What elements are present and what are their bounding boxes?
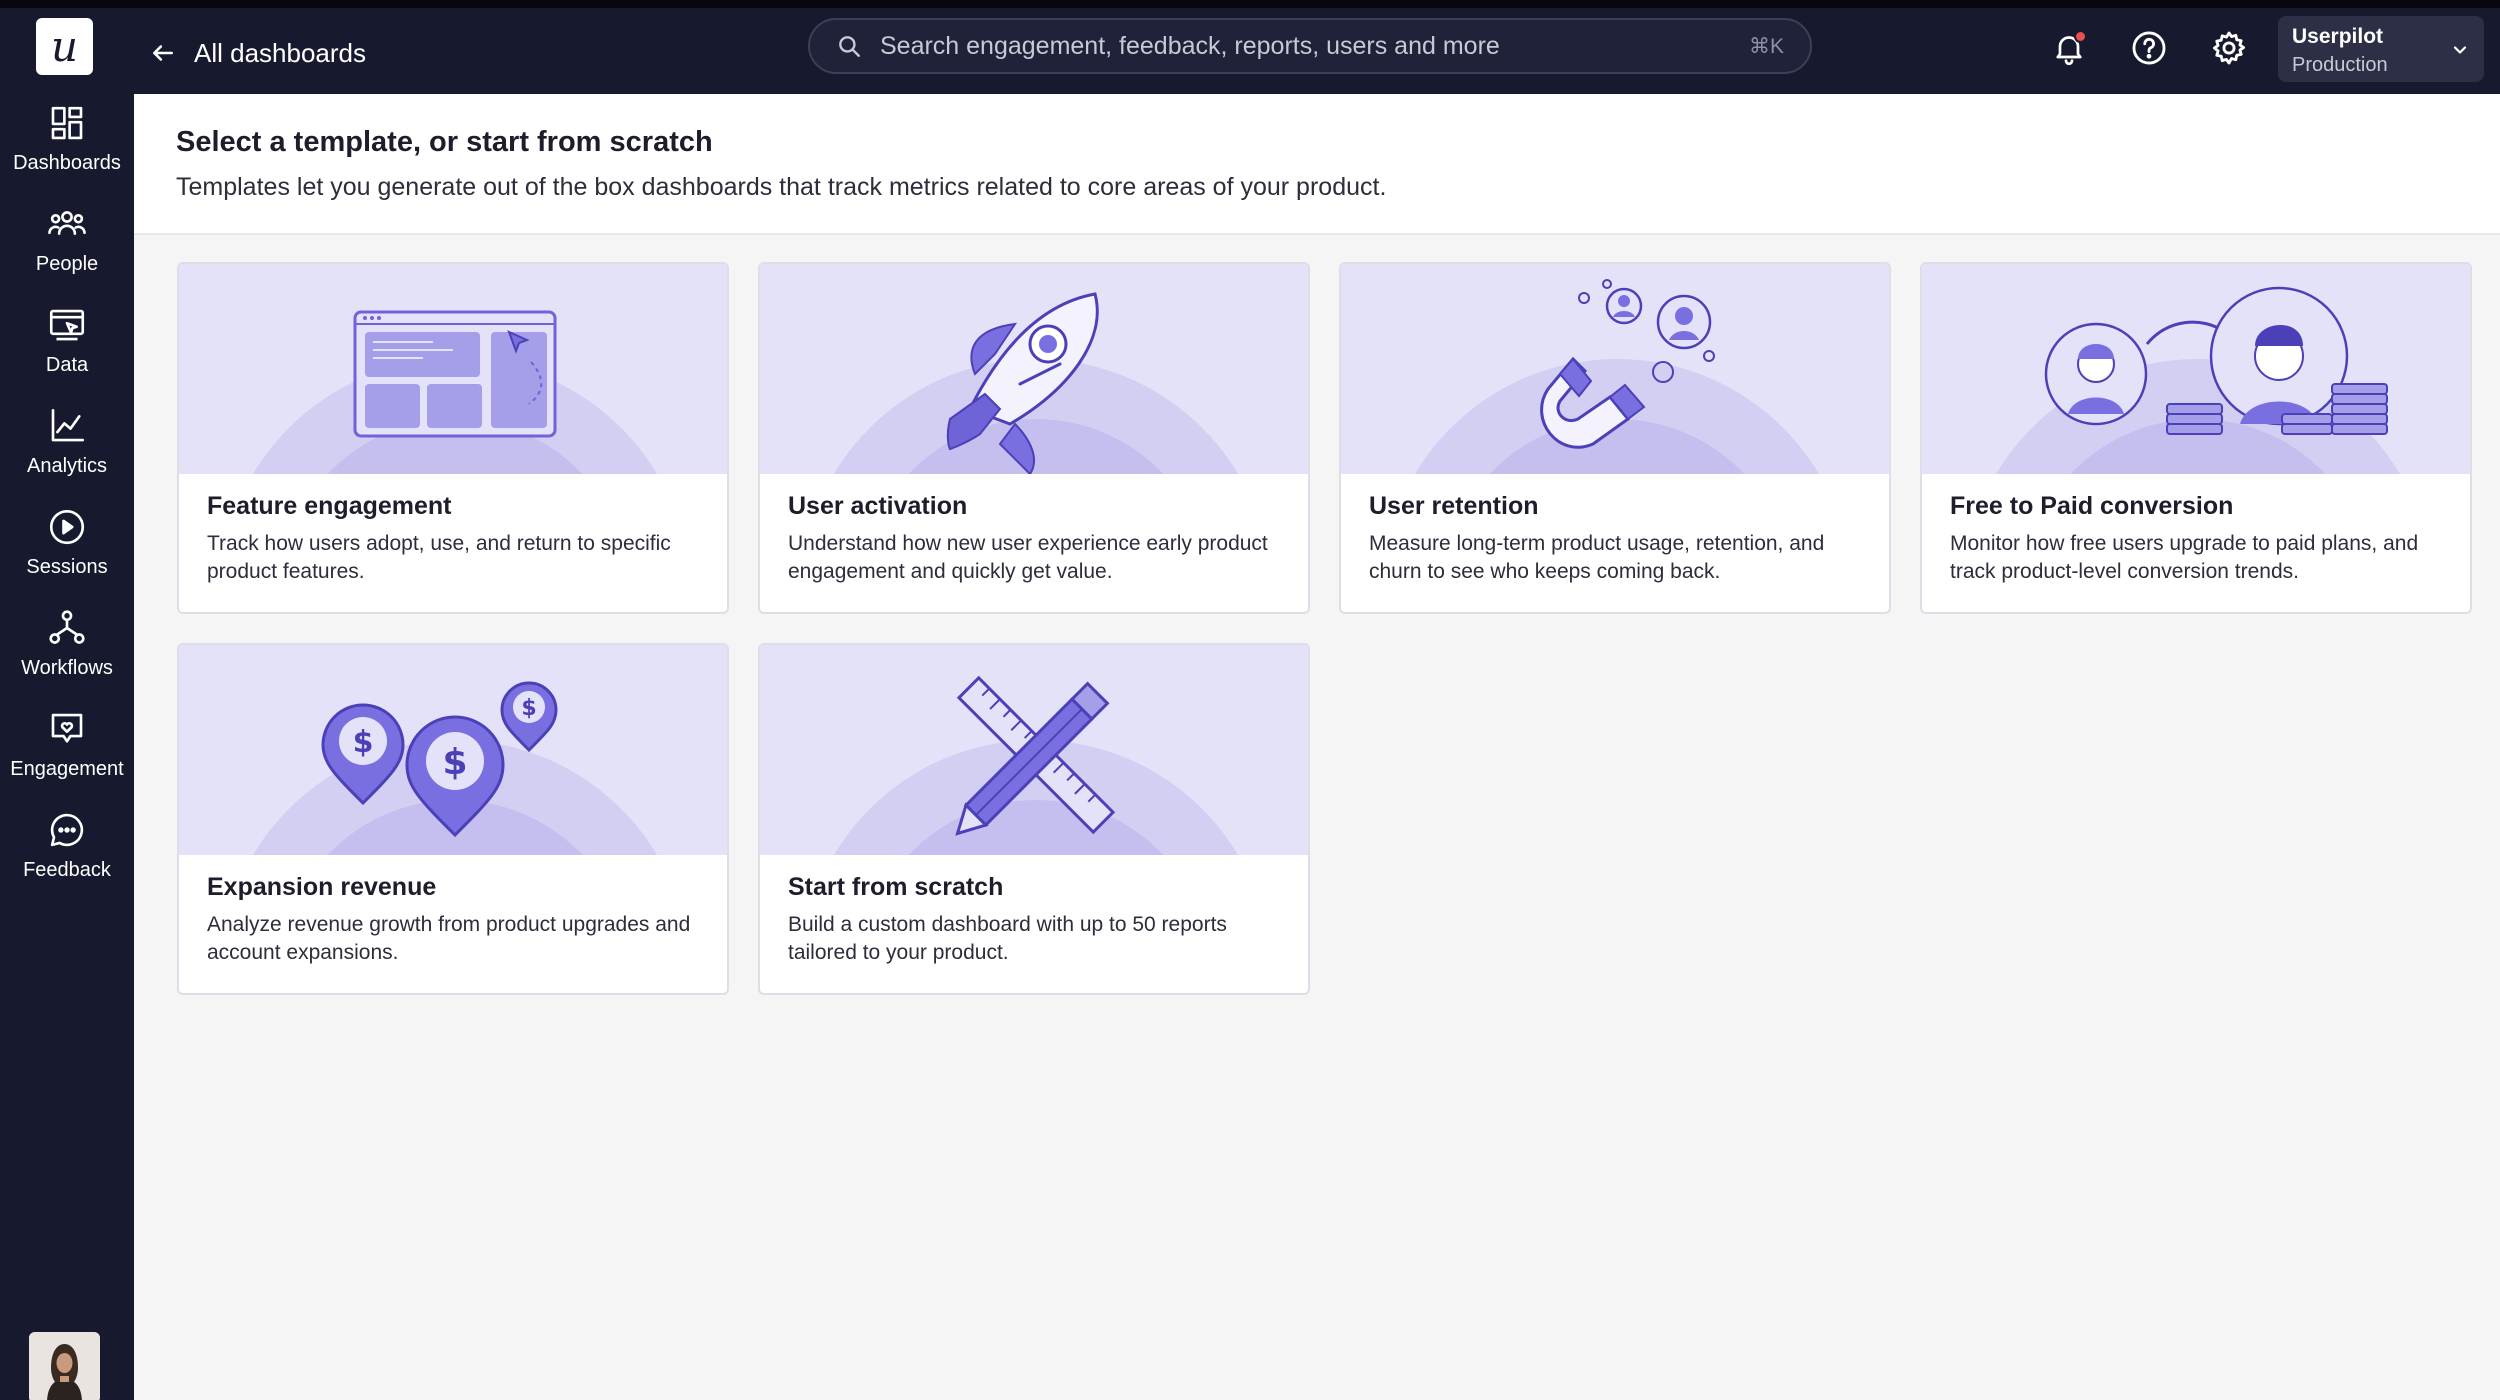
svg-text:$: $ bbox=[521, 696, 536, 721]
sidebar-item-label: Feedback bbox=[23, 859, 111, 881]
card-description: Monitor how free users upgrade to paid p… bbox=[1950, 532, 2419, 583]
start-from-scratch-illustration bbox=[760, 645, 1308, 993]
help-button[interactable] bbox=[2127, 26, 2171, 70]
template-card-start-from-scratch[interactable]: Start from scratch Build a custom dashbo… bbox=[758, 643, 1310, 995]
sidebar-item-label: Analytics bbox=[26, 455, 108, 477]
card-description: Build a custom dashboard with up to 50 r… bbox=[788, 913, 1227, 964]
settings-button[interactable] bbox=[2207, 26, 2251, 70]
search-placeholder: Search engagement, feedback, reports, us… bbox=[880, 31, 1500, 60]
template-card-feature-engagement[interactable]: Feature engagement Track how users adopt… bbox=[177, 262, 729, 614]
card-title: Start from scratch bbox=[788, 873, 1004, 901]
template-card-free-to-paid[interactable]: Free to Paid conversion Monitor how free… bbox=[1920, 262, 2472, 614]
sidebar: Dashboards People Data Analytics Session… bbox=[0, 94, 134, 1400]
svg-text:$: $ bbox=[353, 725, 374, 760]
card-description: Analyze revenue growth from product upgr… bbox=[207, 913, 691, 964]
sidebar-item-workflows[interactable]: Workflows bbox=[0, 607, 134, 699]
dashboards-icon bbox=[51, 106, 83, 140]
expansion-revenue-illustration: $ $ $ bbox=[179, 645, 727, 993]
notification-dot bbox=[2074, 30, 2087, 43]
back-label: All dashboards bbox=[194, 37, 366, 68]
sidebar-item-sessions[interactable]: Sessions bbox=[0, 506, 134, 598]
sidebar-item-dashboards[interactable]: Dashboards bbox=[0, 102, 134, 194]
sidebar-item-label: Data bbox=[45, 354, 89, 376]
card-description: Track how users adopt, use, and return t… bbox=[207, 532, 671, 583]
sidebar-item-data[interactable]: Data bbox=[0, 304, 134, 396]
analytics-icon bbox=[51, 408, 85, 442]
user-avatar[interactable] bbox=[29, 1332, 100, 1400]
sidebar-item-label: Sessions bbox=[26, 556, 108, 578]
data-icon bbox=[49, 309, 85, 341]
template-card-user-activation[interactable]: User activation Understand how new user … bbox=[758, 262, 1310, 614]
card-title: Free to Paid conversion bbox=[1950, 492, 2234, 520]
search-bar[interactable]: Search engagement, feedback, reports, us… bbox=[808, 18, 1812, 74]
workflows-icon bbox=[49, 610, 85, 644]
user-retention-illustration bbox=[1341, 264, 1889, 612]
account-switcher[interactable]: Userpilot Production bbox=[2278, 16, 2484, 82]
chevron-down-icon bbox=[2453, 46, 2467, 54]
search-icon bbox=[839, 36, 860, 57]
page-subtitle: Templates let you generate out of the bo… bbox=[176, 173, 1387, 201]
page-title: Select a template, or start from scratch bbox=[176, 126, 713, 158]
sidebar-item-label: Engagement bbox=[10, 758, 124, 780]
user-activation-illustration bbox=[760, 264, 1308, 612]
arrow-left-icon bbox=[153, 45, 173, 61]
card-title: User retention bbox=[1369, 492, 1539, 520]
page-header: Select a template, or start from scratch… bbox=[134, 94, 2500, 235]
template-card-expansion-revenue[interactable]: $ $ $ Expansion revenue Analyze revenue … bbox=[177, 643, 729, 995]
sidebar-item-feedback[interactable]: Feedback bbox=[0, 809, 134, 901]
sidebar-item-analytics[interactable]: Analytics bbox=[0, 405, 134, 497]
free-to-paid-illustration bbox=[1922, 264, 2470, 612]
people-icon bbox=[48, 211, 86, 235]
search-shortcut: ⌘K bbox=[1748, 34, 1784, 58]
sidebar-item-engagement[interactable]: Engagement bbox=[0, 708, 134, 800]
sidebar-item-label: Workflows bbox=[21, 657, 113, 679]
gear-icon bbox=[2213, 31, 2245, 65]
engagement-icon bbox=[51, 713, 83, 743]
notifications-button[interactable] bbox=[2047, 26, 2091, 70]
feedback-icon bbox=[50, 813, 84, 847]
sessions-icon bbox=[49, 509, 85, 545]
card-title: Feature engagement bbox=[207, 492, 452, 520]
card-description: Understand how new user experience early… bbox=[788, 532, 1268, 583]
back-to-all-dashboards[interactable]: All dashboards bbox=[150, 28, 366, 78]
svg-text:$: $ bbox=[442, 742, 467, 783]
card-title: Expansion revenue bbox=[207, 873, 437, 901]
card-title: User activation bbox=[788, 492, 968, 520]
template-card-user-retention[interactable]: User retention Measure long-term product… bbox=[1339, 262, 1891, 614]
sidebar-item-label: Dashboards bbox=[13, 152, 121, 174]
user-avatar-image bbox=[29, 1332, 100, 1400]
card-description: Measure long-term product usage, retenti… bbox=[1369, 532, 1825, 583]
top-bar: u All dashboards Search engagement, feed… bbox=[0, 0, 2500, 94]
sidebar-item-label: People bbox=[35, 253, 99, 275]
userpilot-logo[interactable]: u bbox=[36, 18, 93, 75]
feature-engagement-illustration bbox=[179, 264, 727, 612]
account-name: Userpilot bbox=[2292, 25, 2384, 48]
sidebar-item-people[interactable]: People bbox=[0, 203, 134, 295]
account-environment: Production bbox=[2292, 54, 2388, 76]
help-icon bbox=[2132, 31, 2166, 65]
